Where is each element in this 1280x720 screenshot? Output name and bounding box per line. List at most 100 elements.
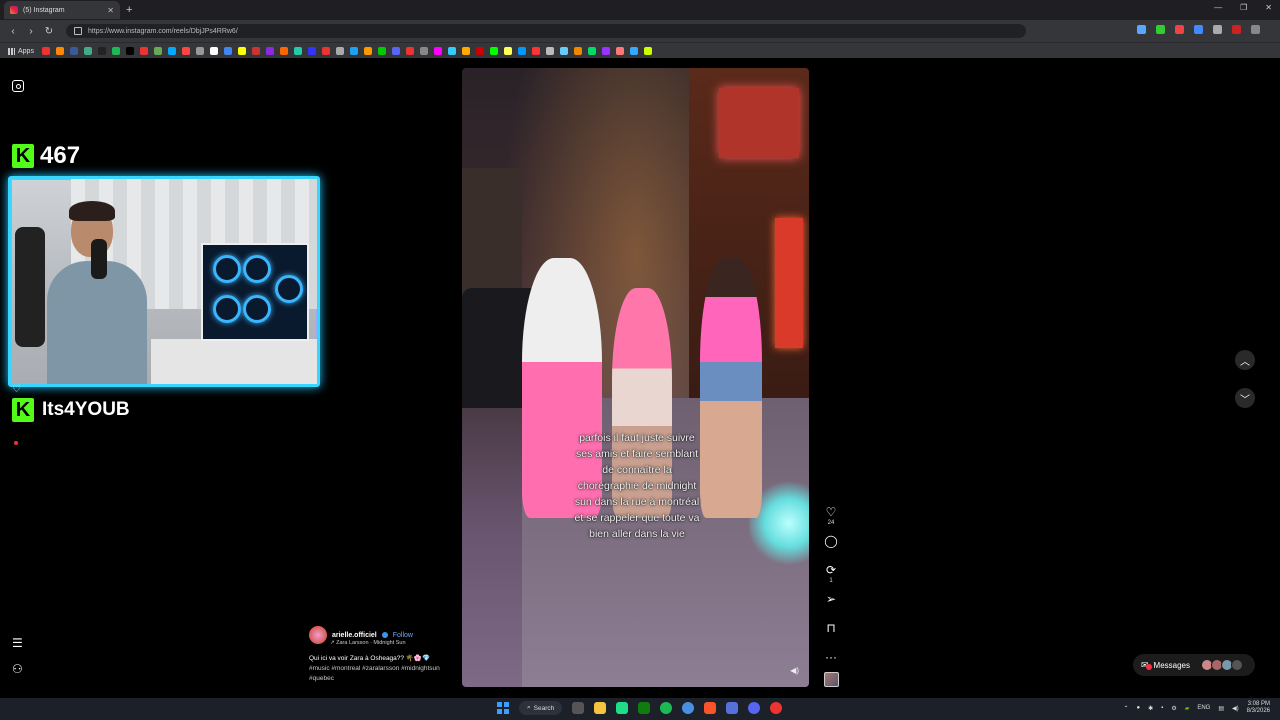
instagram-logo-icon[interactable]	[12, 80, 24, 92]
bookmark-icon[interactable]	[475, 47, 484, 55]
chrome-icon[interactable]	[682, 702, 695, 714]
comment-icon[interactable]: ◯	[824, 535, 837, 547]
bookmark-icon[interactable]	[559, 47, 568, 55]
bookmark-icon[interactable]	[97, 47, 106, 55]
bookmark-icon[interactable]	[223, 47, 232, 55]
volume-icon[interactable]: ◀)	[1232, 705, 1239, 712]
bookmark-icon[interactable]	[83, 47, 92, 55]
bookmark-icon[interactable]	[517, 47, 526, 55]
volume-icon[interactable]: ◀)	[790, 666, 799, 675]
bookmark-icon[interactable]	[545, 47, 554, 55]
more-options-icon[interactable]: ···	[825, 651, 837, 663]
bookmark-icon[interactable]	[139, 47, 148, 55]
bookmark-icon[interactable]	[153, 47, 162, 55]
bookmark-icon[interactable]	[531, 47, 540, 55]
bookmark-icon[interactable]	[377, 47, 386, 55]
bookmark-icon[interactable]	[419, 47, 428, 55]
bookmark-icon[interactable]	[293, 47, 302, 55]
previous-reel-button[interactable]: ︿	[1235, 350, 1255, 370]
bookmark-icon[interactable]	[615, 47, 624, 55]
extension-icon[interactable]	[1194, 25, 1203, 34]
bookmark-icon[interactable]	[265, 47, 274, 55]
next-reel-button[interactable]: ﹀	[1235, 388, 1255, 408]
avatar[interactable]	[309, 626, 327, 644]
file-explorer-icon[interactable]	[594, 702, 607, 714]
author-username[interactable]: arielle.officiel	[332, 632, 377, 639]
share-icon[interactable]: ➢	[826, 593, 836, 605]
more-apps-icon[interactable]: ⚇	[12, 662, 23, 676]
task-view-icon[interactable]	[572, 702, 585, 714]
spotify-icon[interactable]	[660, 702, 673, 714]
bookmark-icon[interactable]	[363, 47, 372, 55]
bookmark-icon[interactable]	[349, 47, 358, 55]
repost-icon[interactable]: ⟳	[826, 564, 836, 576]
new-tab-button[interactable]: +	[126, 4, 132, 16]
settings-icon[interactable]: ⚙	[1171, 705, 1176, 712]
reload-icon[interactable]: ↻	[44, 26, 54, 37]
hamburger-menu-icon[interactable]: ☰	[12, 636, 23, 650]
tray-app-icon[interactable]: ▪	[1161, 705, 1163, 711]
audio-thumbnail[interactable]	[824, 672, 839, 687]
bookmark-icon[interactable]	[181, 47, 190, 55]
bookmark-icon[interactable]	[69, 47, 78, 55]
brave-icon[interactable]	[704, 702, 717, 714]
bookmark-icon[interactable]	[237, 47, 246, 55]
bookmark-icon[interactable]	[125, 47, 134, 55]
bookmark-icon[interactable]	[391, 47, 400, 55]
bookmark-icon[interactable]	[195, 47, 204, 55]
bookmark-icon[interactable]	[335, 47, 344, 55]
bookmark-icon[interactable]	[433, 47, 442, 55]
bookmark-icon[interactable]	[447, 47, 456, 55]
discord-icon[interactable]	[748, 702, 761, 714]
bookmark-icon[interactable]	[111, 47, 120, 55]
extension-icon[interactable]	[1156, 25, 1165, 34]
follow-button[interactable]: Follow	[393, 632, 413, 639]
bookmark-icon[interactable]	[489, 47, 498, 55]
forward-icon[interactable]: ›	[26, 26, 36, 37]
extension-icon[interactable]	[1137, 25, 1146, 34]
network-icon[interactable]: ▤	[1218, 705, 1224, 712]
bookmark-icon[interactable]	[503, 47, 512, 55]
restore-icon[interactable]: ❐	[1240, 3, 1247, 12]
bookmark-icon[interactable]	[209, 47, 218, 55]
store-icon[interactable]	[616, 702, 629, 714]
bookmark-icon[interactable]	[279, 47, 288, 55]
back-icon[interactable]: ‹	[8, 26, 18, 37]
close-window-icon[interactable]: ✕	[1265, 3, 1272, 12]
bookmark-icon[interactable]	[55, 47, 64, 55]
url-input[interactable]: https://www.instagram.com/reels/DbjJPs4R…	[66, 24, 1026, 38]
obs-icon[interactable]	[770, 702, 783, 714]
app-icon[interactable]	[726, 702, 739, 714]
minimize-icon[interactable]: —	[1214, 3, 1222, 12]
save-icon[interactable]: ⊓	[826, 622, 835, 634]
song-link[interactable]: ↗ Zara Larsson · Midnight Sun	[330, 640, 459, 646]
extension-icon[interactable]	[1175, 25, 1184, 34]
bookmark-icon[interactable]	[629, 47, 638, 55]
bookmark-icon[interactable]	[573, 47, 582, 55]
reel-hashtags[interactable]: #music #montreal #zaralarsson #midnights…	[309, 664, 459, 684]
bookmark-icon[interactable]	[251, 47, 260, 55]
site-info-icon[interactable]	[74, 27, 82, 35]
close-tab-icon[interactable]: ✕	[107, 6, 114, 15]
bookmark-icon[interactable]	[587, 47, 596, 55]
bluetooth-icon[interactable]: ✱	[1148, 705, 1153, 712]
bookmark-icon[interactable]	[643, 47, 652, 55]
clock[interactable]: 3:08 PM 8/3/2026	[1247, 701, 1270, 715]
reel-video[interactable]: parfois il faut juste suivre ses amis et…	[462, 68, 809, 687]
bookmark-icon[interactable]	[461, 47, 470, 55]
bookmark-icon[interactable]	[167, 47, 176, 55]
browser-tab-instagram[interactable]: (5) Instagram ✕	[4, 1, 120, 19]
messages-button[interactable]: ✉ Messages	[1133, 654, 1255, 676]
avatar[interactable]	[1232, 25, 1241, 34]
profile-icon[interactable]	[1213, 25, 1222, 34]
taskbar-search[interactable]: ⌕ Search	[519, 701, 563, 715]
like-icon[interactable]: ♡	[826, 506, 837, 518]
menu-dots-icon[interactable]	[1251, 25, 1260, 34]
tray-app-icon[interactable]: ●	[1137, 705, 1141, 711]
bookmark-icon[interactable]	[307, 47, 316, 55]
bookmark-icon[interactable]	[601, 47, 610, 55]
language-indicator[interactable]: ENG	[1197, 705, 1210, 711]
nvidia-icon[interactable]: ▰	[1185, 705, 1190, 712]
apps-bookmark[interactable]: Apps	[8, 47, 34, 55]
xbox-icon[interactable]	[638, 702, 651, 714]
